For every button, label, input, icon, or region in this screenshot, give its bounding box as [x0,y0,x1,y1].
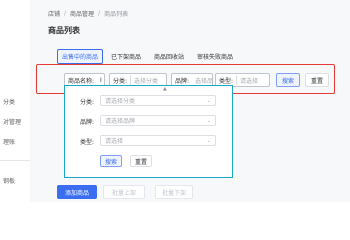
chevron-down-icon: ⌄ [206,117,211,124]
search-button[interactable]: 搜索 [276,73,300,87]
page-title: 商品列表 [48,26,80,35]
panel-type-placeholder: 请选择 [105,138,124,145]
panel-category-placeholder: 请选择分类 [105,98,136,105]
caret-up-icon: ▲ [163,86,167,92]
panel-reset-button[interactable]: 重置 [130,155,152,167]
breadcrumb-item-product-management[interactable]: 商品管理 [70,9,94,18]
product-name-label: 商品名称: [68,77,95,85]
batch-list-button[interactable]: 批量上架 [103,185,145,199]
panel-brand-select[interactable]: 请选择品牌 ⌄ [100,115,216,126]
reset-button[interactable]: 重置 [305,73,329,87]
panel-type-select[interactable]: 请选择 ⌄ [100,135,216,146]
chevron-down-icon: ⌄ [206,97,211,104]
type-select[interactable]: 请选择 [237,76,261,85]
left-sidebar: 分类 对管理 理账 钢板 [0,0,30,202]
add-product-button[interactable]: 添加商品 [57,185,97,199]
breadcrumb-separator: / [64,10,67,17]
tab-review-failed[interactable]: 审核失败商品 [192,49,238,64]
sidebar-item-category[interactable]: 分类 [3,97,15,106]
tab-off-shelf[interactable]: 已下架商品 [106,49,146,64]
brand-label: 品牌: [175,77,190,85]
panel-brand-label: 品牌: [79,119,94,126]
panel-brand-placeholder: 请选择品牌 [105,118,136,125]
sidebar-divider [0,160,30,161]
breadcrumb-item-store[interactable]: 店铺 [48,9,60,18]
breadcrumb: 店铺 / 商品管理 / 商品列表 [48,9,128,18]
panel-category-label: 分类: [79,99,94,106]
category-select[interactable]: 选择分类 [131,76,161,85]
breadcrumb-separator: / [98,10,101,17]
tab-recycle-bin[interactable]: 商品回收站 [149,49,189,64]
breadcrumb-item-product-list: 商品列表 [104,11,129,18]
panel-type-label: 类型: [79,139,94,146]
sidebar-item-account[interactable]: 理账 [3,137,15,146]
chevron-down-icon: ⌄ [206,137,211,144]
panel-category-select[interactable]: 请选择分类 ⌄ [100,95,216,106]
sidebar-item-management[interactable]: 对管理 [3,117,21,126]
brand-select[interactable]: 选择品 [192,76,216,85]
tab-bar: 出售中的商品 已下架商品 商品回收站 审核失败商品 [57,49,238,64]
batch-delist-button[interactable]: 批量下架 [155,185,193,199]
product-name-input[interactable]: I [97,77,105,84]
sidebar-item-steel[interactable]: 钢板 [3,176,15,185]
type-label: 类型: [219,77,234,85]
category-label: 分类: [113,77,128,85]
panel-search-button[interactable]: 搜索 [100,155,122,167]
tab-on-sale[interactable]: 出售中的商品 [57,49,104,64]
